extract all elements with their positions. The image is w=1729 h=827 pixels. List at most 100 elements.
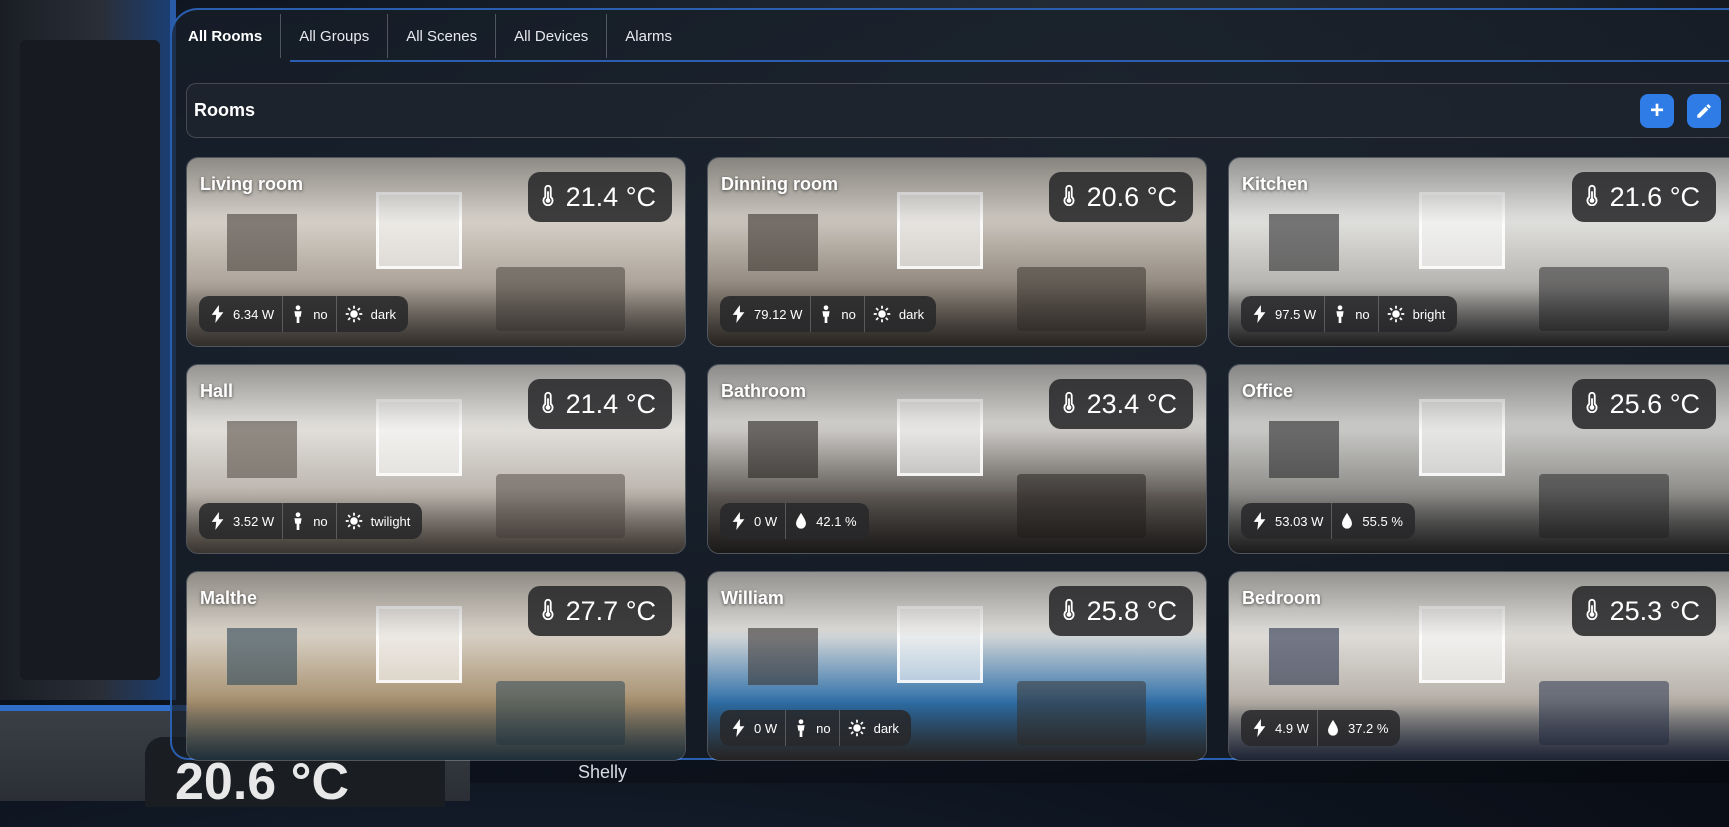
room-power-value: 6.34 W	[233, 306, 275, 322]
room-power-value: 79.12 W	[754, 306, 803, 322]
add-room-button[interactable]: +	[1640, 94, 1674, 128]
room-card[interactable]: Living room 21.4 °C 6.34 W no dark	[186, 157, 686, 347]
background-side-inner	[20, 40, 160, 680]
room-presence: no	[1325, 296, 1379, 332]
room-name: Office	[1242, 381, 1294, 401]
room-card[interactable]: William 25.8 °C 0 W no dark	[707, 571, 1207, 761]
room-power: 0 W	[724, 710, 787, 746]
tab-bar: All Rooms All Groups All Scenes All Devi…	[170, 14, 690, 58]
room-temperature-value: 21.4 °C	[565, 388, 656, 419]
thermometer-icon	[1061, 596, 1077, 627]
room-stats: 53.03 W 55.5 %	[1241, 503, 1415, 539]
room-temperature-value: 20.6 °C	[1086, 181, 1177, 212]
room-name: Hall	[200, 381, 234, 401]
room-presence: no	[811, 296, 865, 332]
person-icon	[819, 305, 833, 323]
room-power-value: 0 W	[754, 513, 778, 529]
room-stats: 4.9 W 37.2 %	[1241, 710, 1401, 746]
thermometer-icon	[1584, 182, 1600, 213]
room-light-level-value: dark	[898, 306, 925, 322]
room-temperature-value: 23.4 °C	[1086, 388, 1177, 419]
room-light-level-value: bright	[1412, 306, 1446, 322]
room-humidity-value: 42.1 %	[816, 513, 857, 529]
room-power: 79.12 W	[724, 296, 812, 332]
room-humidity-value: 37.2 %	[1347, 720, 1389, 736]
lightning-icon	[1253, 719, 1267, 737]
room-power-value: 53.03 W	[1275, 513, 1324, 529]
pencil-icon	[1697, 104, 1711, 118]
room-humidity: 55.5 %	[1332, 503, 1410, 539]
room-card[interactable]: Malthe 27.7 °C	[186, 571, 686, 761]
room-temperature-value: 25.6 °C	[1609, 388, 1700, 419]
room-humidity: 37.2 %	[1318, 710, 1396, 746]
room-name: Living room	[200, 174, 303, 194]
room-stats: 6.34 W no dark	[199, 296, 408, 332]
room-temperature-badge: 21.4 °C	[527, 172, 672, 222]
room-power: 97.5 W	[1245, 296, 1326, 332]
person-icon	[291, 305, 305, 323]
room-stats: 3.52 W no twilight	[199, 503, 423, 539]
thermometer-icon	[540, 389, 556, 420]
brightness-icon	[848, 719, 866, 737]
room-presence: no	[283, 296, 337, 332]
room-stats: 97.5 W no bright	[1241, 296, 1458, 332]
room-temperature-badge: 21.4 °C	[527, 379, 672, 429]
room-presence: no	[786, 710, 840, 746]
room-light-level-value: dark	[873, 720, 899, 736]
room-power-value: 0 W	[754, 720, 778, 736]
room-presence-value: no	[313, 513, 328, 529]
room-card[interactable]: Bedroom 25.3 °C 4.9 W 37.2 %	[1228, 571, 1729, 761]
room-power: 4.9 W	[1245, 710, 1318, 746]
brightness-icon	[1387, 305, 1405, 323]
room-name: William	[721, 588, 784, 608]
tab-alarms[interactable]: Alarms	[607, 14, 690, 58]
person-icon	[1333, 305, 1347, 323]
room-stats: 79.12 W no dark	[720, 296, 937, 332]
room-card[interactable]: Office 25.6 °C 53.03 W 55.5 %	[1228, 364, 1729, 554]
lightning-icon	[211, 512, 225, 530]
brightness-icon	[345, 305, 363, 323]
room-temperature-value: 21.6 °C	[1609, 181, 1700, 212]
room-temperature-value: 21.4 °C	[565, 181, 656, 212]
person-icon	[794, 719, 808, 737]
room-temperature-badge: 25.3 °C	[1571, 586, 1716, 636]
room-light-level: dark	[337, 296, 404, 332]
tab-all-rooms[interactable]: All Rooms	[170, 14, 282, 58]
room-power-value: 97.5 W	[1275, 306, 1317, 322]
tab-all-devices[interactable]: All Devices	[496, 14, 608, 58]
lightning-icon	[732, 512, 746, 530]
thermometer-icon	[1584, 389, 1600, 420]
edit-rooms-button[interactable]	[1687, 94, 1721, 128]
room-light-level: dark	[865, 296, 932, 332]
room-card[interactable]: Kitchen 21.6 °C 97.5 W no bright	[1228, 157, 1729, 347]
room-power-value: 3.52 W	[233, 513, 275, 529]
room-presence-value: no	[816, 720, 831, 736]
room-light-level: dark	[840, 710, 907, 746]
room-presence-value: no	[313, 306, 328, 322]
rooms-header	[186, 83, 1729, 138]
thermometer-icon	[540, 596, 556, 627]
room-temperature-badge: 21.6 °C	[1571, 172, 1716, 222]
room-light-level: bright	[1379, 296, 1454, 332]
tab-all-scenes[interactable]: All Scenes	[388, 14, 497, 58]
tab-all-groups[interactable]: All Groups	[281, 14, 389, 58]
room-name: Malthe	[200, 588, 258, 608]
thermometer-icon	[1061, 182, 1077, 213]
humidity-drop-icon	[794, 512, 808, 530]
room-light-level-value: twilight	[370, 513, 411, 529]
room-presence-value: no	[841, 306, 856, 322]
room-temperature-badge: 23.4 °C	[1048, 379, 1193, 429]
thermometer-icon	[1061, 389, 1077, 420]
room-presence-value: no	[1355, 306, 1370, 322]
lightning-icon	[732, 719, 746, 737]
room-card[interactable]: Bathroom 23.4 °C 0 W 42.1 %	[707, 364, 1207, 554]
room-temperature-badge: 25.8 °C	[1048, 586, 1193, 636]
room-presence: no	[283, 503, 337, 539]
brightness-icon	[873, 305, 891, 323]
humidity-drop-icon	[1340, 512, 1354, 530]
room-card[interactable]: Hall 21.4 °C 3.52 W no twilight	[186, 364, 686, 554]
tab-underline	[290, 60, 1729, 62]
brightness-icon	[345, 512, 363, 530]
room-card[interactable]: Dinning room 20.6 °C 79.12 W no dark	[707, 157, 1207, 347]
room-stats: 0 W no dark	[720, 710, 911, 746]
